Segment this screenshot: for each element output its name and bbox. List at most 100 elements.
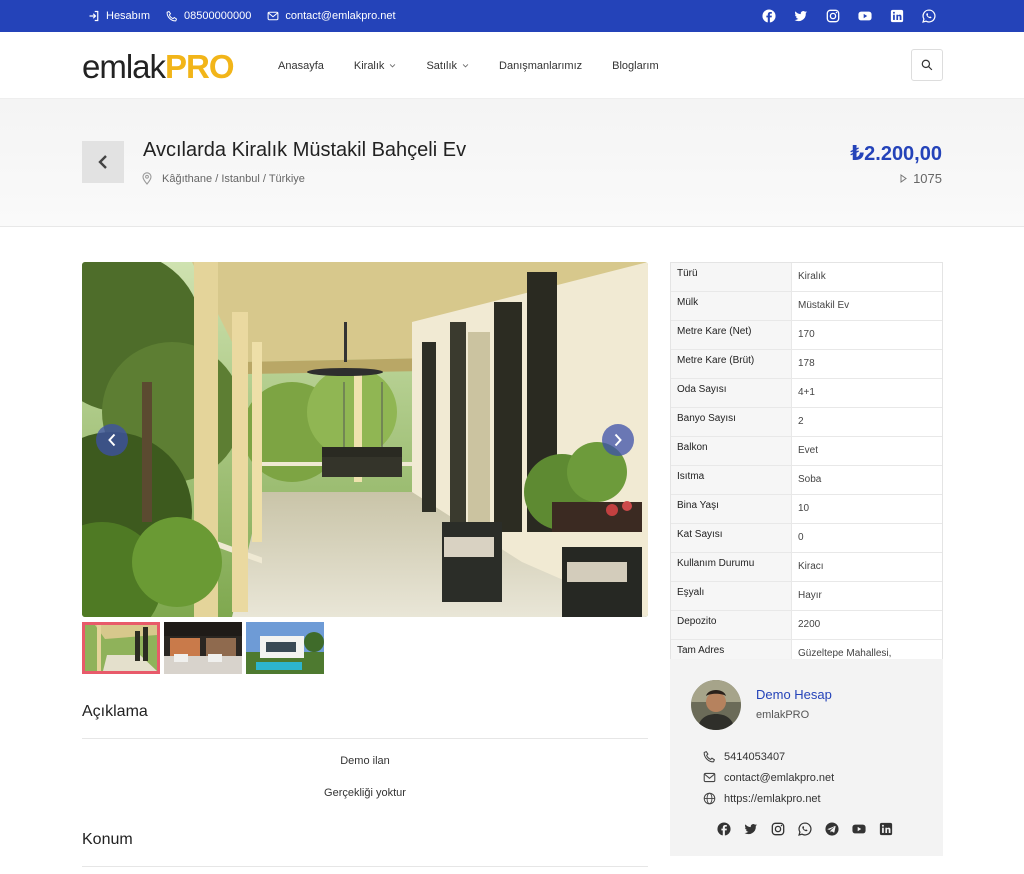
agent-card: Demo Hesap emlakPRO 5414053407 contact@e… (670, 659, 943, 856)
main-photo[interactable] (82, 262, 648, 617)
location-heading: Konum (82, 831, 133, 848)
nav-kiralik[interactable]: Kiralık (354, 60, 397, 72)
nav-danismanlarimiz[interactable]: Danışmanlarımız (499, 60, 582, 72)
agent-email-value: contact@emlakpro.net (724, 771, 835, 784)
nav-satilik[interactable]: Satılık (426, 60, 469, 72)
property-label: Balkon (671, 437, 792, 465)
telegram-icon[interactable] (825, 822, 839, 836)
agent-name[interactable]: Demo Hesap (756, 687, 832, 702)
search-icon (921, 59, 933, 71)
chevron-left-icon (98, 155, 107, 169)
property-label: Depozito (671, 611, 792, 639)
nav-bloglarim[interactable]: Bloglarım (612, 60, 658, 72)
description-line: Demo ilan (340, 755, 390, 767)
property-value: 2 (798, 416, 804, 427)
nav-label: Kiralık (353, 59, 385, 72)
property-value: Kiralık (798, 271, 826, 282)
site-logo[interactable]: emlakPRO (82, 48, 235, 86)
avatar[interactable] (691, 680, 741, 730)
property-label: Metre Kare (Brüt) (671, 350, 792, 378)
table-row: Banyo Sayısı 2 (671, 408, 942, 437)
email-label: contact@emlakpro.net (285, 10, 396, 22)
table-row: Mülk Müstakil Ev (671, 292, 942, 321)
property-label: Türü (671, 263, 792, 291)
agent-website[interactable]: https://emlakpro.net (703, 792, 821, 805)
logo-text-emlak: emlak (82, 48, 166, 85)
gallery-next-button[interactable] (602, 424, 634, 456)
chevron-right-icon (614, 433, 622, 447)
twitter-icon[interactable] (744, 822, 758, 836)
listing-header: Avcılarda Kiralık Müstakil Bahçeli Ev Kâ… (0, 99, 1024, 227)
email-link[interactable]: contact@emlakpro.net (267, 10, 396, 22)
table-row: Isıtma Soba (671, 466, 942, 495)
gallery-thumbnails (82, 622, 324, 674)
whatsapp-icon[interactable] (798, 822, 812, 836)
nav-anasayfa[interactable]: Anasayfa (278, 60, 324, 72)
nav-label: Anasayfa (278, 59, 324, 72)
agent-photo (691, 680, 741, 730)
thumbnail[interactable] (164, 622, 242, 674)
description-line: Gerçekliği yoktur (324, 787, 406, 799)
twitter-icon[interactable] (794, 9, 808, 23)
property-details-table: Türü Kiralık Mülk Müstakil Ev Metre Kare (Ne… (670, 262, 943, 716)
property-label: Oda Sayısı (671, 379, 792, 407)
property-value: 178 (798, 358, 815, 369)
login-icon (89, 10, 99, 22)
phone-icon (166, 10, 178, 22)
back-button[interactable] (82, 141, 124, 183)
site-header: emlakPRO Anasayfa Kiralık Satılık Danışm… (0, 32, 1024, 99)
thumbnail-villa (246, 622, 324, 674)
nav-label: Danışmanlarımız (499, 59, 583, 72)
linkedin-icon[interactable] (890, 9, 904, 23)
porch-photo (82, 262, 648, 617)
gallery-prev-button[interactable] (96, 424, 128, 456)
facebook-icon[interactable] (717, 822, 731, 836)
property-value: 170 (798, 329, 815, 340)
phone-link[interactable]: 08500000000 (166, 10, 251, 22)
instagram-icon[interactable] (771, 822, 785, 836)
property-value: Kiracı (798, 561, 824, 572)
property-label: Kat Sayısı (671, 524, 792, 552)
property-value: Soba (798, 474, 822, 485)
main-nav: Anasayfa Kiralık Satılık Danışmanlarımız… (278, 32, 689, 99)
table-row: Depozito 2200 (671, 611, 942, 640)
account-link[interactable]: Hesabım (88, 10, 150, 22)
play-icon (900, 174, 907, 183)
youtube-icon[interactable] (852, 822, 866, 836)
whatsapp-icon[interactable] (922, 9, 936, 23)
envelope-icon (267, 11, 279, 21)
location-text: Kâğıthane / Istanbul / Türkiye (162, 172, 305, 185)
nav-label: Bloglarım (612, 59, 659, 72)
facebook-icon[interactable] (762, 9, 776, 23)
youtube-icon[interactable] (858, 9, 872, 23)
table-row: Kat Sayısı 0 (671, 524, 942, 553)
thumbnail[interactable] (246, 622, 324, 674)
top-bar: Hesabım 08500000000 contact@emlakpro.net (0, 0, 1024, 32)
divider (82, 738, 648, 739)
table-row: Metre Kare (Brüt) 178 (671, 350, 942, 379)
table-row: Oda Sayısı 4+1 (671, 379, 942, 408)
agent-email[interactable]: contact@emlakpro.net (703, 771, 834, 784)
view-count: 1075 (900, 171, 942, 186)
property-label: Eşyalı (671, 582, 792, 610)
nav-label: Satılık (426, 59, 458, 72)
phone-icon (703, 750, 716, 763)
linkedin-icon[interactable] (879, 822, 893, 836)
property-value: Evet (798, 445, 819, 456)
search-button[interactable] (911, 49, 943, 81)
map-pin-icon (142, 172, 152, 185)
view-count-value: 1075 (913, 171, 942, 186)
thumbnail-porch (85, 625, 157, 671)
thumbnail[interactable] (82, 622, 160, 674)
property-label: Banyo Sayısı (671, 408, 792, 436)
property-value: 10 (798, 503, 810, 514)
instagram-icon[interactable] (826, 9, 840, 23)
listing-price: ₺2.200,00 (850, 143, 942, 165)
agent-phone[interactable]: 5414053407 (703, 750, 785, 763)
property-value: Hayır (798, 590, 822, 601)
thumbnail-office (164, 622, 242, 674)
table-row: Balkon Evet (671, 437, 942, 466)
property-value: 2200 (798, 619, 821, 630)
property-label: Mülk (671, 292, 792, 320)
property-value: 0 (798, 532, 804, 543)
